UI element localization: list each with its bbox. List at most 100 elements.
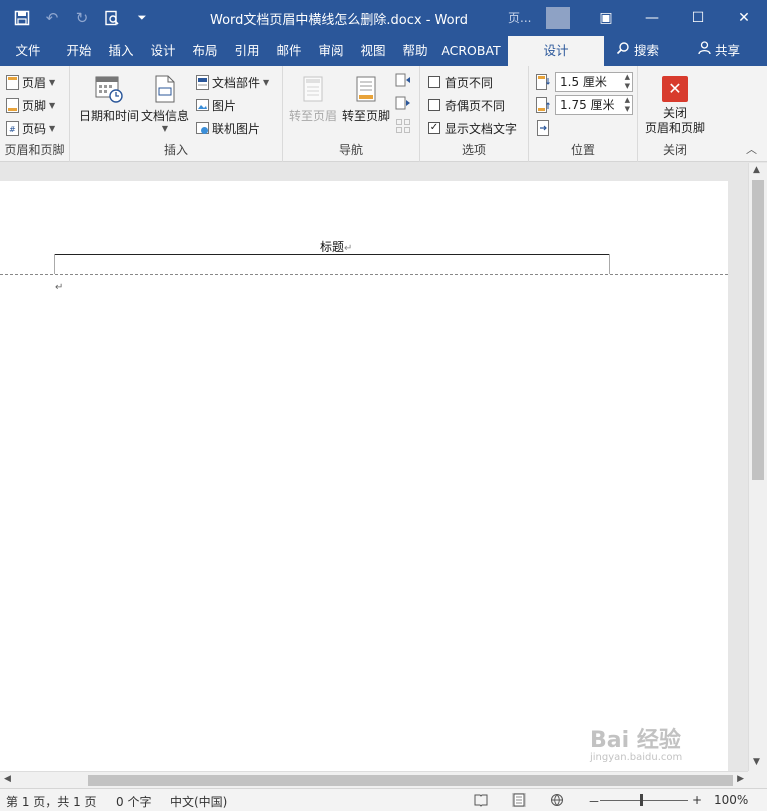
horizontal-scrollbar[interactable]: ◀ ▶ [0, 771, 748, 788]
tab-design[interactable]: 设计 [142, 36, 184, 66]
scroll-right-icon[interactable]: ▶ [737, 774, 744, 784]
online-picture-button[interactable]: 联机图片 [196, 118, 260, 138]
title-bar: ↶ ↻ ⏷ Word文档页眉中横线怎么删除.docx - Word 页... ▣… [0, 0, 767, 36]
ribbon-display-options-button[interactable]: ▣ [583, 0, 629, 36]
share-button[interactable]: 共享 [698, 36, 740, 66]
footer-position-stepper[interactable]: 1.75 厘米 ▲ ▼ [555, 95, 633, 115]
insert-alignment-tab-icon[interactable] [536, 120, 550, 136]
window-controls: ▣ — ☐ ✕ [583, 0, 767, 36]
avatar[interactable] [546, 7, 570, 29]
ribbon: 页眉 ▼ 页脚 ▼ # 页码 ▼ 页眉和页脚 日期和时间 文档信息 ▼ 文档部件… [0, 66, 767, 162]
page-number-dropdown-button[interactable]: # 页码 ▼ [6, 118, 55, 138]
quick-parts-dropdown-button[interactable]: 文档部件 ▼ [196, 72, 269, 92]
header-icon [6, 74, 19, 90]
different-first-page-checkbox[interactable]: 首页不同 [428, 72, 493, 92]
show-document-text-label: 显示文档文字 [445, 121, 518, 136]
customize-icon[interactable]: ⏷ [130, 6, 154, 30]
date-time-button[interactable]: 日期和时间 [76, 74, 142, 124]
goto-footer-icon [351, 74, 381, 104]
read-mode-icon[interactable] [474, 793, 488, 807]
tab-mailings[interactable]: 邮件 [268, 36, 310, 66]
different-odd-even-checkbox[interactable]: 奇偶页不同 [428, 95, 505, 115]
link-to-previous-icon[interactable] [395, 118, 411, 134]
tab-header-footer-design[interactable]: 设计 [508, 36, 604, 66]
horizontal-scroll-thumb[interactable] [88, 775, 733, 786]
header-title: 标题 [320, 240, 345, 254]
goto-header-button[interactable]: 转至页眉 [287, 74, 339, 124]
tab-file[interactable]: 文件 [6, 36, 50, 66]
goto-footer-label: 转至页脚 [341, 109, 390, 123]
footer-dropdown-button[interactable]: 页脚 ▼ [6, 95, 55, 115]
undo-icon[interactable]: ↶ [40, 6, 64, 30]
chevron-down-icon: ▼ [49, 100, 56, 110]
header-text[interactable]: 标题↵ [320, 238, 352, 255]
checkbox-unchecked-icon [428, 76, 440, 88]
previous-section-icon[interactable] [395, 72, 411, 88]
tab-layout[interactable]: 布局 [184, 36, 226, 66]
scroll-left-icon[interactable]: ◀ [4, 774, 11, 784]
search-icon [616, 36, 630, 66]
zoom-slider-thumb[interactable] [640, 794, 643, 806]
picture-icon [196, 98, 209, 113]
zoom-in-icon[interactable]: + [692, 793, 702, 807]
tab-acrobat[interactable]: ACROBAT [436, 36, 506, 66]
chevron-down-icon: ▼ [49, 123, 56, 133]
zoom-out-icon[interactable]: － [588, 793, 600, 810]
tab-view[interactable]: 视图 [352, 36, 394, 66]
close-header-footer-label-2: 页眉和页脚 [644, 121, 705, 135]
search-box[interactable]: 搜索 [616, 36, 659, 66]
scroll-up-icon[interactable]: ▲ [753, 165, 760, 175]
header-position-value: 1.5 厘米 [560, 75, 607, 89]
picture-button[interactable]: 图片 [196, 95, 236, 115]
scroll-down-icon[interactable]: ▼ [753, 757, 760, 767]
document-info-button[interactable]: 文档信息 ▼ [140, 74, 190, 133]
spin-arrows-icon[interactable]: ▲ ▼ [625, 96, 630, 114]
body-paragraph-mark-icon[interactable]: ↵ [55, 282, 63, 293]
footer-position-value: 1.75 厘米 [560, 98, 615, 112]
tab-help[interactable]: 帮助 [394, 36, 436, 66]
group-position: 1.5 厘米 ▲ ▼ 1.75 厘米 ▲ ▼ 位置 [529, 66, 638, 162]
spin-arrows-icon[interactable]: ▲ ▼ [625, 73, 630, 91]
zoom-slider[interactable] [600, 800, 688, 801]
language-indicator[interactable]: 中文(中国) [170, 793, 227, 810]
print-preview-icon[interactable] [100, 6, 124, 30]
web-layout-icon[interactable] [550, 793, 564, 807]
tab-review[interactable]: 审阅 [310, 36, 352, 66]
redo-icon[interactable]: ↻ [70, 6, 94, 30]
ribbon-tabs: 文件 开始 插入 设计 布局 引用 邮件 审阅 视图 帮助 ACROBAT 设计… [0, 36, 767, 66]
vertical-scroll-thumb[interactable] [752, 180, 764, 480]
close-header-footer-button[interactable]: ✕ 关闭 页眉和页脚 [640, 76, 710, 136]
header-position-stepper[interactable]: 1.5 厘米 ▲ ▼ [555, 72, 633, 92]
header-from-top-icon [536, 74, 550, 90]
goto-header-label: 转至页眉 [288, 109, 337, 123]
close-window-button[interactable]: ✕ [721, 0, 767, 36]
page-count[interactable]: 第 1 页，共 1 页 [6, 793, 97, 810]
context-label: 页... [508, 11, 532, 25]
maximize-button[interactable]: ☐ [675, 0, 721, 36]
word-count[interactable]: 0 个字 [116, 793, 151, 810]
group-insert: 日期和时间 文档信息 ▼ 文档部件 ▼ 图片 联机图片 插入 [70, 66, 283, 162]
document-area: 标题↵ ↵ [0, 163, 748, 781]
group-label-insert: 插入 [163, 143, 188, 157]
tab-home[interactable]: 开始 [58, 36, 100, 66]
header-border-line [54, 254, 610, 255]
tab-insert[interactable]: 插入 [100, 36, 142, 66]
next-section-icon[interactable] [395, 95, 411, 111]
document-page[interactable]: 标题↵ ↵ [0, 181, 728, 781]
header-dropdown-button[interactable]: 页眉 ▼ [6, 72, 55, 92]
chevron-down-icon: ▼ [263, 77, 270, 87]
show-document-text-checkbox[interactable]: ✓ 显示文档文字 [428, 118, 517, 138]
zoom-level[interactable]: 100% [714, 793, 748, 807]
header-left-margin-mark [54, 254, 55, 274]
paragraph-mark-icon: ↵ [344, 243, 353, 254]
document-info-label: 文档信息 [140, 109, 189, 123]
header-boundary-dashed-line [0, 274, 728, 275]
vertical-scrollbar[interactable]: ▲ ▼ [748, 163, 767, 771]
collapse-ribbon-icon[interactable]: ︿ [746, 141, 757, 157]
tab-references[interactable]: 引用 [226, 36, 268, 66]
print-layout-icon[interactable] [512, 793, 526, 807]
minimize-button[interactable]: — [629, 0, 675, 36]
goto-footer-button[interactable]: 转至页脚 [339, 74, 393, 124]
search-label: 搜索 [634, 43, 660, 58]
save-icon[interactable] [10, 6, 34, 30]
